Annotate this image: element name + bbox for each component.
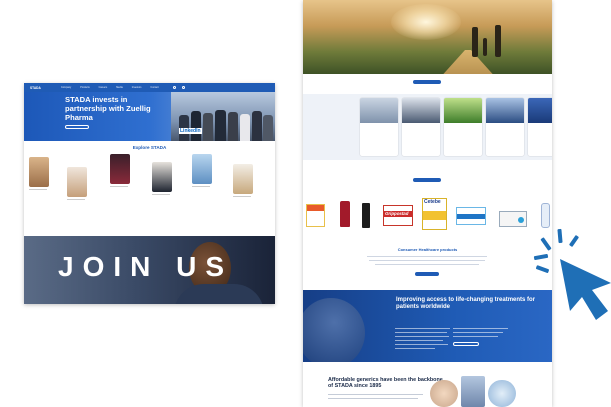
news-image bbox=[402, 98, 440, 123]
news-image bbox=[528, 98, 552, 123]
text-line bbox=[395, 340, 443, 341]
text-line bbox=[395, 332, 447, 333]
text-line bbox=[395, 328, 450, 329]
text-line bbox=[367, 256, 487, 257]
generics-section: Affordable generics have been the backbo… bbox=[303, 362, 552, 407]
sunset-glow bbox=[391, 4, 461, 40]
cursor-click-icon bbox=[533, 228, 611, 320]
explore-card[interactable] bbox=[152, 162, 172, 195]
nav-item[interactable]: Media bbox=[116, 86, 123, 89]
news-image bbox=[486, 98, 524, 123]
explore-card[interactable] bbox=[29, 157, 49, 190]
explore-cards-row bbox=[24, 154, 275, 222]
product-grippostad[interactable]: Grippostad bbox=[383, 205, 413, 226]
hero-headline: STADA invests in partnership with Zuelli… bbox=[65, 95, 151, 122]
text-line bbox=[395, 348, 435, 349]
card-divider bbox=[110, 186, 128, 187]
text-line bbox=[328, 394, 423, 395]
stada-logo[interactable]: STADA bbox=[30, 86, 52, 90]
patient-figure bbox=[303, 298, 365, 362]
text-line bbox=[453, 336, 498, 337]
access-to-treatments-section: Improving access to life-changing treatm… bbox=[303, 290, 552, 362]
generics-photo bbox=[461, 376, 485, 407]
product-name: Cetebe bbox=[424, 199, 441, 205]
improve-heading: Improving access to life-changing treatm… bbox=[396, 297, 536, 311]
text-line bbox=[375, 264, 479, 265]
nav-item[interactable]: Company bbox=[61, 86, 71, 89]
hero-cta-button[interactable] bbox=[413, 80, 441, 84]
explore-card[interactable] bbox=[110, 154, 130, 187]
parent-silhouette bbox=[495, 25, 501, 57]
promo-canvas: STADA Company Products Careers Media Inv… bbox=[0, 0, 611, 407]
card-divider bbox=[29, 189, 47, 190]
news-card[interactable] bbox=[486, 98, 524, 156]
news-card[interactable] bbox=[444, 98, 482, 156]
card-divider bbox=[152, 194, 170, 195]
card-image bbox=[192, 154, 212, 184]
card-image bbox=[233, 164, 253, 194]
news-card[interactable] bbox=[402, 98, 440, 156]
text-line bbox=[328, 398, 418, 399]
child-silhouette bbox=[483, 38, 487, 56]
product-box[interactable] bbox=[306, 204, 325, 227]
news-image bbox=[360, 98, 398, 123]
text-line bbox=[369, 260, 485, 261]
nav-item[interactable]: Investors bbox=[132, 86, 142, 89]
family-sunset-hero bbox=[303, 0, 552, 74]
nav-item[interactable]: Products bbox=[80, 86, 89, 89]
explore-section-title: Explore STADA bbox=[132, 145, 167, 150]
banner-portrait-body bbox=[174, 284, 264, 304]
generics-photo bbox=[488, 380, 516, 407]
top-navigation-bar: STADA Company Products Careers Media Inv… bbox=[24, 83, 275, 92]
stada-homepage-mockup: STADA Company Products Careers Media Inv… bbox=[24, 83, 275, 304]
join-us-heading: JOIN US bbox=[58, 251, 234, 282]
consumer-healthcare-title: Consumer Healthcare products bbox=[397, 247, 458, 252]
hero-banner: STADA invests in partnership with Zuelli… bbox=[24, 92, 275, 141]
product-cetebe[interactable]: Cetebe bbox=[422, 198, 447, 230]
news-image bbox=[444, 98, 482, 123]
news-more-button[interactable] bbox=[413, 178, 441, 182]
explore-card[interactable] bbox=[67, 167, 87, 200]
news-card[interactable] bbox=[528, 98, 552, 156]
text-line bbox=[395, 336, 449, 337]
product-tube[interactable] bbox=[362, 203, 370, 228]
generics-photo bbox=[430, 380, 458, 407]
card-divider bbox=[233, 196, 251, 197]
card-image bbox=[29, 157, 49, 187]
search-icon[interactable] bbox=[172, 86, 176, 89]
product-box[interactable] bbox=[456, 207, 486, 225]
text-line bbox=[453, 332, 503, 333]
linkedin-badge: LinkedIn bbox=[179, 128, 202, 134]
product-name: Grippostad bbox=[384, 211, 412, 217]
card-image bbox=[110, 154, 130, 184]
parent-silhouette bbox=[472, 27, 478, 57]
card-image bbox=[67, 167, 87, 197]
product-lineup: Grippostad Cetebe bbox=[303, 193, 552, 241]
explore-card[interactable] bbox=[233, 164, 253, 197]
improve-cta-button[interactable] bbox=[453, 342, 479, 346]
globe-icon[interactable] bbox=[181, 86, 185, 89]
product-box[interactable] bbox=[499, 211, 527, 227]
text-line bbox=[395, 344, 448, 345]
text-line bbox=[453, 328, 508, 329]
nav-item[interactable]: Contact bbox=[150, 86, 158, 89]
explore-card[interactable] bbox=[192, 154, 212, 187]
field-path bbox=[438, 50, 498, 74]
product-bottle[interactable] bbox=[340, 201, 350, 227]
card-image bbox=[152, 162, 172, 192]
hero-read-more-button[interactable] bbox=[65, 125, 89, 129]
news-carousel bbox=[303, 94, 552, 160]
card-divider bbox=[192, 186, 210, 187]
join-us-banner[interactable]: JOIN US bbox=[24, 236, 275, 304]
consumer-products-button[interactable] bbox=[415, 272, 439, 276]
card-divider bbox=[67, 199, 85, 200]
stada-longpage-mockup: Grippostad Cetebe Consumer Healthcare pr… bbox=[303, 0, 552, 407]
news-card[interactable] bbox=[360, 98, 398, 156]
nav-item[interactable]: Careers bbox=[99, 86, 108, 89]
